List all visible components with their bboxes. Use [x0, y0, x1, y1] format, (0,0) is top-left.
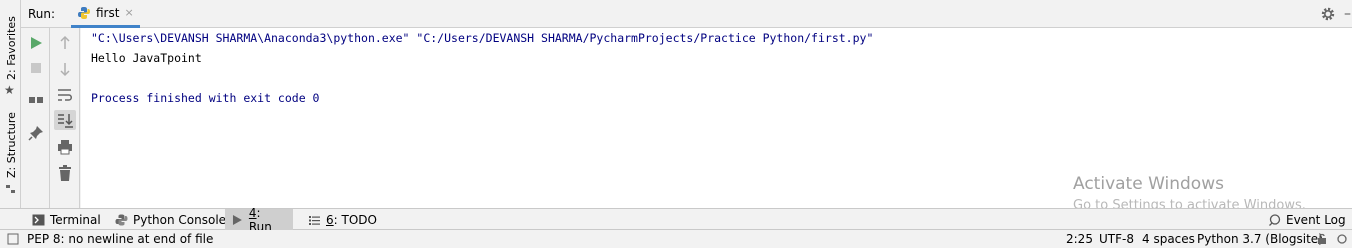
tab-run[interactable]: 4: Run [225, 205, 293, 234]
arrow-down-icon[interactable] [56, 60, 74, 78]
soft-wrap-icon[interactable] [56, 86, 74, 104]
todo-list-icon [309, 215, 320, 225]
pin-icon[interactable] [27, 124, 45, 142]
scroll-to-end-icon [58, 114, 73, 128]
star-icon: ★ [4, 83, 15, 97]
event-log-icon [1269, 213, 1281, 226]
minimize-icon[interactable]: – [1344, 6, 1352, 22]
tab-todo[interactable]: 6: TODO [302, 209, 383, 230]
file-encoding[interactable]: UTF-8 [1099, 232, 1134, 246]
gear-icon[interactable] [1320, 6, 1336, 22]
python-file-icon [78, 6, 90, 19]
inspector-icon[interactable] [1336, 233, 1348, 245]
trash-icon[interactable] [56, 164, 74, 182]
console-exit-line: Process finished with exit code 0 [91, 91, 320, 105]
left-tool-strip: 2: Favorites ★ Z: Structure [0, 0, 21, 208]
activate-windows-title: Activate Windows [1073, 174, 1224, 194]
scroll-to-end-button[interactable] [54, 110, 76, 130]
python-interpreter[interactable]: Python 3.7 (Blogsite) [1197, 232, 1323, 246]
run-header: Run: first × – [21, 0, 1352, 28]
tab-todo-number: 6 [326, 212, 334, 227]
favorites-tool-tab[interactable]: 2: Favorites [5, 16, 18, 80]
cursor-position[interactable]: 2:25 [1066, 232, 1093, 246]
stop-icon[interactable] [27, 59, 45, 77]
tab-event-log[interactable]: Event Log [1262, 209, 1352, 230]
tab-todo-label: 6: TODO [326, 213, 377, 227]
run-tab-first[interactable]: first × [71, 0, 140, 28]
run-console[interactable]: "C:\Users\DEVANSH SHARMA\Anaconda3\pytho… [81, 28, 1352, 213]
rerun-icon[interactable] [27, 34, 45, 52]
tab-python-console[interactable]: Python Console [109, 209, 232, 230]
close-icon[interactable]: × [124, 6, 133, 19]
run-label: Run: [28, 7, 56, 21]
status-toggle-icon[interactable] [7, 233, 19, 245]
indent-setting[interactable]: 4 spaces [1142, 232, 1195, 246]
run-icon [232, 214, 242, 225]
python-console-icon [115, 214, 128, 225]
tab-terminal-label: Terminal [50, 212, 101, 227]
run-toolbar-secondary [50, 28, 80, 208]
tab-todo-text: : TODO [333, 212, 377, 227]
structure-tool-tab[interactable]: Z: Structure [5, 112, 18, 178]
tab-run-number: 4 [248, 205, 257, 220]
tab-event-log-label: Event Log [1286, 212, 1346, 227]
arrow-up-icon[interactable] [56, 34, 74, 52]
run-tab-label: first [96, 5, 120, 20]
lock-icon[interactable] [1316, 233, 1328, 245]
print-icon[interactable] [56, 138, 74, 156]
layout-icon[interactable] [27, 92, 45, 110]
terminal-icon [32, 214, 45, 225]
structure-icon [6, 185, 15, 193]
console-output-line: Hello JavaTpoint [91, 51, 202, 65]
tab-python-console-label: Python Console [133, 212, 227, 227]
bottom-tool-tabs: Terminal Python Console 4: Run 6: TODO E… [0, 205, 1352, 234]
run-toolbar-primary [21, 28, 50, 208]
console-command-line: "C:\Users\DEVANSH SHARMA\Anaconda3\pytho… [91, 31, 874, 45]
status-message[interactable]: PEP 8: no newline at end of file [27, 232, 213, 246]
tab-terminal[interactable]: Terminal [26, 209, 107, 230]
status-bar: PEP 8: no newline at end of file 2:25 UT… [0, 230, 1352, 248]
